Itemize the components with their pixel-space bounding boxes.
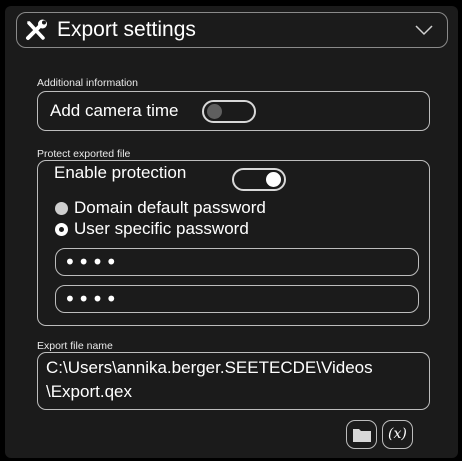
export-file-name-field[interactable]: C:\Users\annika.berger.SEETECDE\Videos \… (37, 352, 430, 410)
toggle-knob (207, 104, 222, 119)
folder-icon (353, 429, 371, 442)
export-file-path-line-1: C:\Users\annika.berger.SEETECDE\Videos (46, 358, 373, 377)
additional-information-box: Add camera time (37, 91, 430, 131)
export-file-name-label: Export file name (37, 340, 113, 352)
export-settings-header[interactable]: Export settings (16, 12, 448, 48)
toggle-knob (266, 172, 281, 187)
add-camera-time-label: Add camera time (50, 101, 179, 120)
insert-variable-button[interactable]: (x) (382, 420, 413, 449)
enable-protection-toggle[interactable] (232, 168, 286, 191)
user-specific-password-radio[interactable] (55, 223, 68, 236)
add-camera-time-toggle[interactable] (202, 100, 256, 123)
tools-icon (26, 19, 47, 40)
user-specific-password-label: User specific password (74, 219, 249, 238)
password-field[interactable]: •••• (55, 248, 419, 276)
domain-default-password-radio[interactable] (55, 202, 68, 215)
variables-label: (x) (388, 426, 407, 442)
browse-folder-button[interactable] (346, 420, 377, 449)
confirm-password-field[interactable]: •••• (55, 285, 419, 313)
additional-information-label: Additional information (37, 77, 138, 89)
enable-protection-label: Enable protection (54, 163, 187, 182)
domain-default-password-label: Domain default password (74, 198, 266, 217)
export-settings-title: Export settings (57, 18, 196, 41)
export-file-path-line-2: \Export.qex (46, 382, 132, 401)
protect-exported-file-box: Enable protection Domain default passwor… (37, 160, 430, 326)
protect-exported-file-label: Protect exported file (37, 148, 131, 160)
chevron-down-icon[interactable] (415, 24, 433, 36)
